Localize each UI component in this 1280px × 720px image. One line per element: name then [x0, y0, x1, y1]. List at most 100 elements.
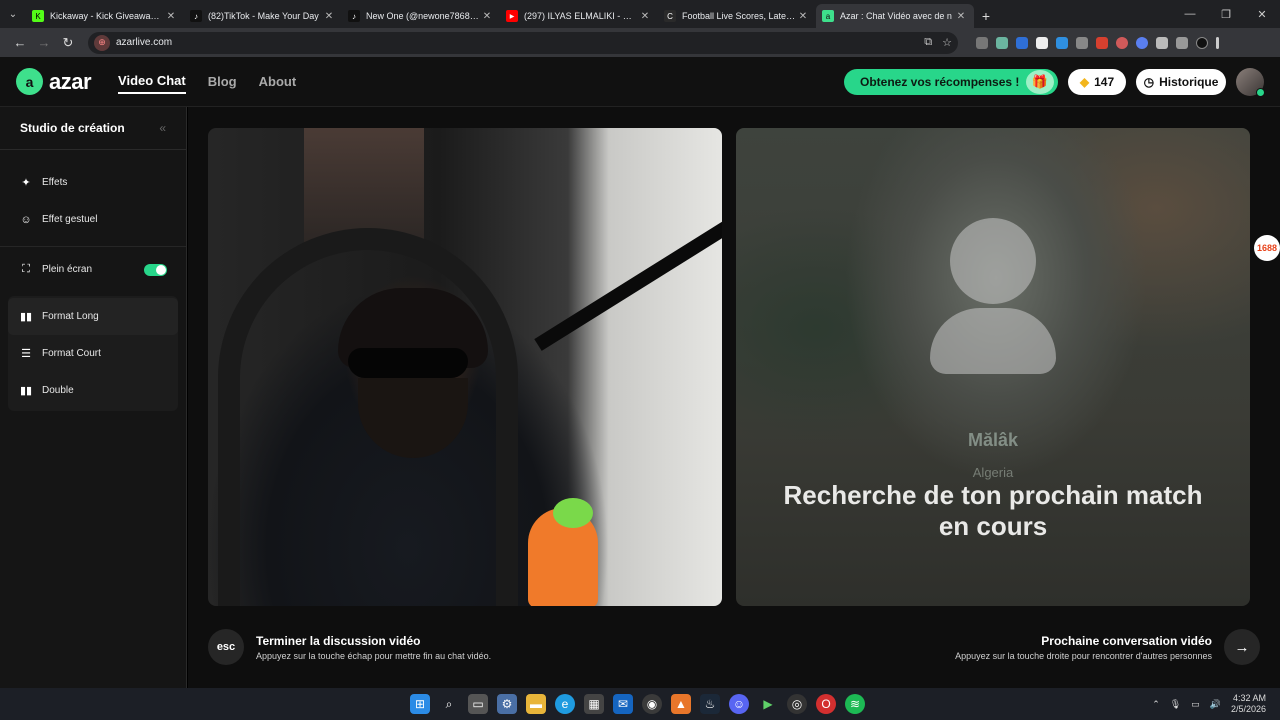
spotify-icon[interactable]: ≋	[845, 694, 865, 714]
format-options: ▮▮ Format Long ☰ Format Court ▮▮ Double	[8, 296, 178, 411]
next-arrow-button[interactable]: →	[1224, 629, 1260, 665]
task-view-icon[interactable]: ▭	[468, 694, 488, 714]
next-chat-hint: Prochaine conversation vidéo Appuyez sur…	[955, 629, 1260, 665]
placeholder-user-icon	[950, 218, 1036, 304]
extension-icon[interactable]	[1016, 36, 1028, 49]
tab-favicon-icon: ♪	[190, 10, 202, 22]
overlay-badge-icon[interactable]: 1688	[1254, 235, 1280, 261]
close-window-icon[interactable]: ✕	[1244, 0, 1280, 28]
chrome-icon[interactable]: ◉	[642, 694, 662, 714]
end-chat-hint: esc Terminer la discussion vidéo Appuyez…	[208, 629, 491, 665]
reload-icon[interactable]: ↻	[56, 35, 80, 51]
file-explorer-icon[interactable]: ▬	[526, 694, 546, 714]
address-bar[interactable]: ⊕ azarlive.com ⧉ ☆	[88, 31, 958, 54]
restore-icon[interactable]: ❐	[1208, 0, 1244, 28]
esc-key-button[interactable]: esc	[208, 629, 244, 665]
browser-tab-active[interactable]: a Azar : Chat Vidéo avec de n ✕	[816, 4, 974, 28]
fullscreen-toggle[interactable]	[144, 263, 167, 276]
extension-icon[interactable]	[1036, 36, 1048, 49]
format-label: Format Long	[42, 311, 99, 322]
url-text[interactable]: azarlive.com	[116, 37, 914, 48]
browser-menu-icon[interactable]	[1216, 36, 1219, 49]
split-view-icon: ▮▮	[19, 385, 33, 397]
tab-close-icon[interactable]: ✕	[954, 11, 968, 22]
search-icon[interactable]: ⌕	[439, 694, 459, 714]
browser-tab[interactable]: ▶ (297) ILYAS ELMALIKI - Moul ch ✕	[500, 4, 658, 28]
network-icon[interactable]: ▭	[1191, 699, 1200, 710]
vlc-icon[interactable]: ▲	[671, 694, 691, 714]
video-chat-area: Mălâk Algeria Recherche de ton prochain …	[188, 107, 1280, 688]
discord-icon[interactable]: ☺	[729, 694, 749, 714]
format-long-option[interactable]: ▮▮ Format Long	[8, 298, 178, 335]
history-button[interactable]: ◷ Historique	[1136, 68, 1226, 95]
tab-close-icon[interactable]: ✕	[322, 11, 336, 22]
extension-icon[interactable]	[1116, 36, 1128, 49]
smiley-icon: ☺	[20, 213, 32, 226]
sidebar-item-gesture-effect[interactable]: ☺ Effet gestuel	[0, 201, 186, 238]
history-label: Historique	[1159, 74, 1219, 89]
tab-close-icon[interactable]: ✕	[796, 11, 810, 22]
avatar[interactable]	[1236, 67, 1265, 97]
format-double-option[interactable]: ▮▮ Double	[8, 372, 178, 409]
media-player-icon[interactable]: ▶	[758, 694, 778, 714]
bookmark-star-icon[interactable]: ☆	[942, 36, 952, 49]
gems-button[interactable]: ◆ 147	[1068, 68, 1126, 95]
extensions-puzzle-icon[interactable]	[1156, 36, 1168, 49]
rewards-button[interactable]: Obtenez vos récompenses ! 🎁	[844, 68, 1058, 95]
sunglasses	[348, 348, 468, 378]
nav-blog[interactable]: Blog	[208, 70, 237, 93]
forward-icon[interactable]: →	[32, 35, 56, 50]
browser-tab[interactable]: ♪ New One (@newone7868) | TikTok ✕	[342, 4, 500, 28]
edge-browser-icon[interactable]: e	[555, 694, 575, 714]
sidebar-item-fullscreen[interactable]: ⛶ Plein écran	[0, 251, 186, 288]
extension-icon[interactable]	[1096, 36, 1108, 49]
opera-icon[interactable]: O	[816, 694, 836, 714]
tab-title: (297) ILYAS ELMALIKI - Moul ch	[524, 11, 638, 21]
sidebar-item-label: Effet gestuel	[42, 214, 98, 225]
system-tray: ⌃ 🎙 ▭ 🔊 4:32 AM 2/5/2026	[1152, 693, 1266, 715]
extension-icon[interactable]	[976, 36, 988, 49]
tab-close-icon[interactable]: ✕	[480, 11, 494, 22]
azar-logo[interactable]: a azar	[16, 68, 92, 95]
nav-video-chat[interactable]: Video Chat	[118, 69, 186, 94]
clock[interactable]: 4:32 AM 2/5/2026	[1231, 693, 1266, 715]
tab-search-icon[interactable]: ⌄	[0, 0, 26, 28]
browser-tab[interactable]: ♪ (82)TikTok - Make Your Day ✕	[184, 4, 342, 28]
format-short-option[interactable]: ☰ Format Court	[8, 335, 178, 372]
plush-toy-top	[553, 498, 593, 528]
extension-icon[interactable]	[1136, 36, 1148, 49]
tab-close-icon[interactable]: ✕	[164, 11, 178, 22]
profile-icon[interactable]	[1196, 36, 1208, 49]
two-column-icon: ▮▮	[19, 311, 33, 323]
extension-icon[interactable]	[1076, 36, 1088, 49]
sidebar-item-effects[interactable]: ✦ Effets	[0, 164, 186, 201]
reading-list-icon[interactable]	[1176, 36, 1188, 49]
extension-icon[interactable]	[1056, 36, 1068, 49]
outlook-icon[interactable]: ✉	[613, 694, 633, 714]
app-icon[interactable]: ◎	[787, 694, 807, 714]
minimize-icon[interactable]: —	[1172, 0, 1208, 28]
new-tab-icon[interactable]: +	[974, 4, 998, 28]
store-icon[interactable]: ▦	[584, 694, 604, 714]
browser-tab[interactable]: K Kickaway - Kick Giveaway Tool ✕	[26, 4, 184, 28]
nav-about[interactable]: About	[259, 70, 297, 93]
collapse-sidebar-icon[interactable]: «	[159, 121, 166, 135]
back-icon[interactable]: ←	[8, 35, 32, 50]
install-app-icon[interactable]: ⧉	[924, 36, 932, 49]
azar-logo-icon: a	[16, 68, 43, 95]
browser-tab[interactable]: C Football Live Scores, Latest Foo ✕	[658, 4, 816, 28]
settings-gear-icon[interactable]: ⚙	[497, 694, 517, 714]
window-controls: — ❐ ✕	[1172, 0, 1280, 28]
tray-chevron-icon[interactable]: ⌃	[1152, 699, 1160, 710]
tab-favicon-icon: K	[32, 10, 44, 22]
windows-start-icon[interactable]: ⊞	[410, 694, 430, 714]
tab-close-icon[interactable]: ✕	[638, 11, 652, 22]
microphone-icon[interactable]: 🎙	[1170, 699, 1181, 710]
volume-icon[interactable]: 🔊	[1210, 699, 1221, 710]
end-chat-subtitle: Appuyez sur la touche échap pour mettre …	[256, 650, 492, 661]
steam-icon[interactable]: ♨	[700, 694, 720, 714]
extensions-bar	[976, 36, 1219, 49]
gems-count: 147	[1094, 74, 1115, 89]
extension-icon[interactable]	[996, 36, 1008, 49]
site-info-icon[interactable]: ⊕	[94, 34, 110, 51]
